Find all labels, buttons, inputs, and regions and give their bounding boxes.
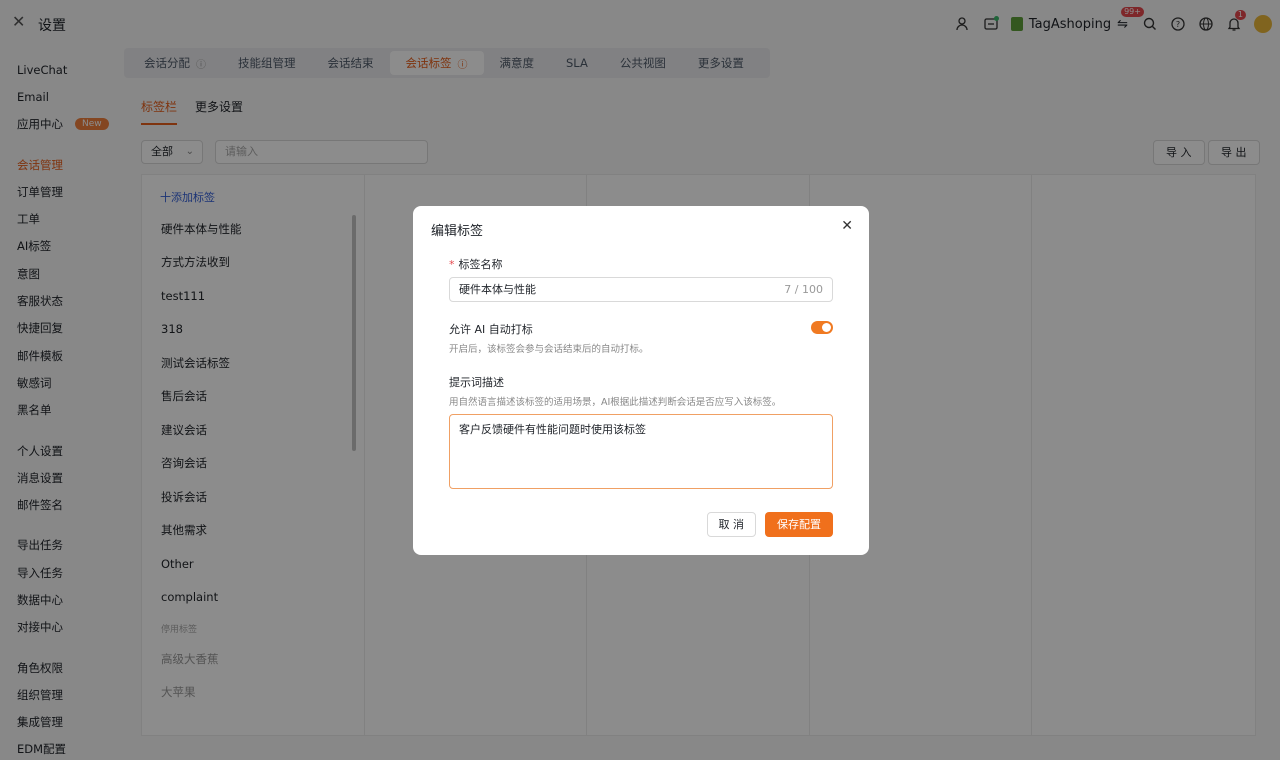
prompt-textarea[interactable]: 客户反馈硬件有性能问题时使用该标签 [449,414,833,489]
ai-auto-tag-toggle[interactable] [811,321,833,334]
edit-tag-modal: 编辑标签 ✕ * 标签名称 硬件本体与性能 7 / 100 允许 AI 自动打标 … [413,206,869,555]
save-button[interactable]: 保存配置 [765,512,833,537]
prompt-hint: 用自然语言描述该标签的适用场景，AI根据此描述判断会话是否应写入该标签。 [449,397,782,408]
close-icon[interactable]: ✕ [841,218,853,234]
ai-auto-tag-hint: 开启后，该标签会参与会话结束后的自动打标。 [449,344,649,355]
ai-auto-tag-label: 允许 AI 自动打标 [449,323,533,336]
prompt-label: 提示词描述 [449,376,504,389]
name-label: * 标签名称 [449,258,503,271]
tag-name-input[interactable]: 硬件本体与性能 7 / 100 [449,277,833,302]
toggle-knob [822,323,831,332]
modal-title: 编辑标签 [431,224,484,239]
required-mark: * [449,258,455,271]
tag-name-value: 硬件本体与性能 [459,283,536,296]
char-count: 7 / 100 [784,283,823,296]
cancel-button[interactable]: 取 消 [706,512,756,537]
